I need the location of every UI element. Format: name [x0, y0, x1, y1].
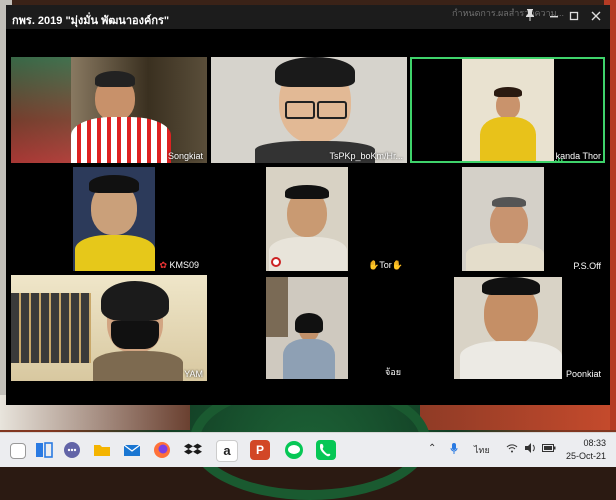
pin-icon[interactable]: [522, 9, 538, 25]
participant-name: Songkiat: [167, 151, 203, 161]
minimize-icon[interactable]: [546, 9, 562, 25]
battery-icon[interactable]: [542, 443, 556, 456]
participant-hair: [101, 281, 169, 321]
video-tile-yam[interactable]: YAM: [11, 275, 207, 381]
snap-icon[interactable]: [34, 440, 54, 460]
title-bar[interactable]: กพร. 2019 "มุ่งมั่น พัฒนาองค์กร" กำหนดกา…: [6, 5, 610, 29]
face-mask: [111, 321, 159, 349]
reaction-icon: ✿: [159, 260, 170, 270]
meeting-title: กพร. 2019 "มุ่งมั่น พัฒนาองค์กร": [12, 15, 170, 27]
participant-name: Poonkiat: [565, 369, 601, 379]
participant-shirt: [480, 117, 536, 161]
meeting-window: กพร. 2019 "มุ่งมั่น พัฒนาองค์กร" กำหนดกา…: [6, 5, 610, 405]
participant-hair: [275, 57, 355, 87]
maximize-icon[interactable]: [566, 9, 582, 25]
background-tab-text-1: กำหนดการ...: [452, 8, 504, 18]
participant-hair: [95, 71, 135, 87]
door-background: [266, 277, 288, 337]
shelf-background: [11, 57, 71, 163]
file-explorer-icon[interactable]: [92, 440, 112, 460]
dropbox-icon[interactable]: [184, 440, 204, 460]
participant-hair: [295, 313, 323, 333]
participant-hair: [494, 87, 522, 97]
chevron-up-icon[interactable]: ⌃: [428, 443, 436, 454]
video-tile-songkiat[interactable]: Songkiat: [11, 57, 207, 163]
video-tile-ps-off[interactable]: P.S.Off: [410, 165, 605, 273]
participant-name: ✋Tor✋: [368, 260, 403, 271]
taskbar: a P ⌃ ไทย 08:33 25-Oct-21: [0, 432, 616, 467]
clock-time: 08:33: [583, 438, 606, 448]
participant-shirt: [269, 237, 347, 271]
participant-name: YAM: [184, 369, 203, 379]
participant-name: จ้อย: [385, 367, 401, 377]
hand-icon: ✋: [368, 260, 380, 270]
amazon-icon[interactable]: a: [216, 440, 238, 462]
glasses-left: [285, 101, 315, 119]
shirt-logo: [271, 257, 281, 267]
hand-icon: ✋: [391, 260, 403, 270]
participant-hair: [482, 277, 540, 295]
participant-name: kanda Thor: [555, 151, 601, 161]
language-indicator[interactable]: ไทย: [474, 443, 490, 457]
participant-shirt: [71, 117, 171, 163]
participant-shirt: [75, 235, 155, 271]
participant-hair: [285, 185, 329, 199]
video-grid: Songkiat TsPKp_boKm/Hr... kanda Thor ✿ K…: [6, 29, 610, 405]
line-icon[interactable]: [284, 440, 304, 460]
participant-name: ✿ KMS09: [159, 260, 199, 271]
firefox-icon[interactable]: [152, 440, 172, 460]
video-tile-kms09[interactable]: ✿ KMS09: [11, 165, 207, 273]
teams-chat-icon[interactable]: [62, 440, 82, 460]
wifi-icon[interactable]: [506, 443, 518, 456]
participant-name-text: KMS09: [169, 260, 199, 270]
task-view-icon[interactable]: [10, 443, 26, 459]
phone-icon[interactable]: [316, 440, 336, 460]
system-clock[interactable]: 08:33 25-Oct-21: [566, 437, 606, 463]
participant-shirt: [466, 243, 544, 271]
participant-shirt: [93, 351, 183, 381]
clock-date: 25-Oct-21: [565, 451, 606, 461]
participant-hair: [89, 175, 139, 193]
participant-hair: [492, 197, 526, 207]
video-tile-tor[interactable]: ✋Tor✋: [211, 165, 407, 273]
video-tile-kanda-thor[interactable]: kanda Thor: [410, 57, 605, 163]
participant-face: [490, 201, 528, 245]
powerpoint-icon[interactable]: P: [250, 440, 270, 460]
participant-shirt: [460, 341, 562, 379]
microphone-icon[interactable]: [450, 443, 458, 458]
mail-icon[interactable]: [122, 440, 142, 460]
video-tile-joy[interactable]: จ้อย: [211, 275, 407, 381]
participant-name: TsPKp_boKm/Hr...: [329, 151, 403, 161]
close-icon[interactable]: [588, 9, 604, 25]
participant-name: P.S.Off: [573, 261, 601, 271]
glasses-right: [317, 101, 347, 119]
participant-shirt: [283, 339, 335, 379]
participant-name-text: Tor: [379, 260, 392, 270]
binder-shelf: [11, 293, 91, 363]
video-tile-poonkiat[interactable]: Poonkiat: [410, 275, 605, 381]
volume-icon[interactable]: [524, 443, 536, 456]
video-tile-tspkp[interactable]: TsPKp_boKm/Hr...: [211, 57, 407, 163]
